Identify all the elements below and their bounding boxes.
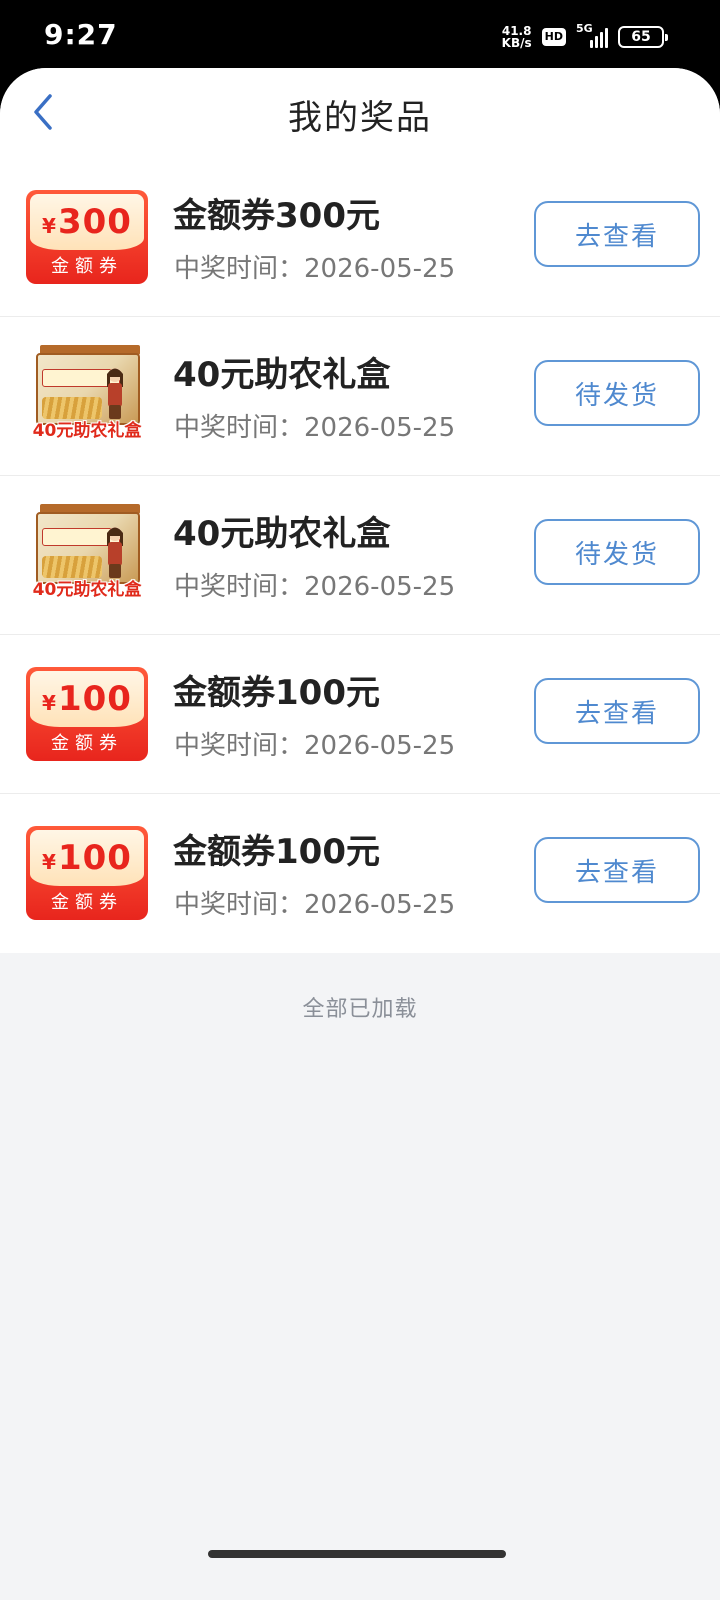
hd-icon: HD bbox=[541, 28, 566, 46]
prize-time: 中奖时间：2026-05-25 bbox=[174, 884, 455, 921]
currency-symbol: ¥ bbox=[42, 691, 56, 715]
prize-item: ¥ 300 金额券 金额券300元 中奖时间：2026-05-25 去查看 bbox=[0, 158, 720, 317]
prize-item: 40元助农礼盒 40元助农礼盒 中奖时间：2026-05-25 待发货 bbox=[0, 476, 720, 635]
pending-shipment-button[interactable]: 待发货 bbox=[534, 519, 700, 585]
signal-bar bbox=[605, 28, 608, 48]
signal-bar bbox=[600, 32, 603, 48]
battery-level: 65 bbox=[631, 29, 651, 45]
gift-box-image bbox=[36, 512, 140, 584]
farmer-girl-illustration bbox=[107, 368, 123, 419]
prize-item: ¥ 100 金额券 金额券100元 中奖时间：2026-05-25 去查看 bbox=[0, 794, 720, 953]
pending-shipment-button[interactable]: 待发货 bbox=[534, 360, 700, 426]
gift-box-thumbnail: 40元助农礼盒 bbox=[26, 504, 148, 602]
battery-icon: 65 bbox=[618, 26, 668, 48]
prize-title: 40元助农礼盒 bbox=[173, 514, 391, 554]
list-end-note: 全部已加载 bbox=[302, 997, 418, 1022]
prize-time-value: 2026-05-25 bbox=[304, 890, 456, 920]
farmer-girl-illustration bbox=[107, 527, 123, 578]
prize-time-label: 中奖时间： bbox=[174, 413, 305, 443]
prize-time-label: 中奖时间： bbox=[174, 890, 305, 920]
signal-bar bbox=[590, 40, 593, 48]
currency-symbol: ¥ bbox=[42, 214, 56, 238]
prize-time: 中奖时间：2026-05-25 bbox=[174, 725, 455, 762]
coupon-face: ¥ 100 bbox=[30, 830, 144, 886]
page-title: 我的奖品 bbox=[288, 98, 432, 138]
prize-time: 中奖时间：2026-05-25 bbox=[174, 248, 455, 285]
prize-time-value: 2026-05-25 bbox=[304, 413, 456, 443]
coupon-label: 金额券 bbox=[51, 733, 123, 754]
signal-bar bbox=[595, 36, 598, 48]
prize-title: 金额券100元 bbox=[173, 673, 380, 713]
prize-title: 金额券100元 bbox=[173, 832, 380, 872]
prize-title: 40元助农礼盒 bbox=[173, 355, 391, 395]
coupon-label: 金额券 bbox=[51, 892, 123, 913]
gift-box-thumbnail: 40元助农礼盒 bbox=[26, 345, 148, 443]
app-sheet: 我的奖品 ¥ 300 金额券 金额券300元 中奖时间：2026-05-25 去… bbox=[0, 68, 720, 1600]
view-button[interactable]: 去查看 bbox=[534, 678, 700, 744]
network-speed: 41.8 KB/s bbox=[502, 25, 532, 49]
prize-time: 中奖时间：2026-05-25 bbox=[174, 407, 455, 444]
coupon-amount: 300 bbox=[57, 202, 132, 242]
prize-time-value: 2026-05-25 bbox=[304, 731, 456, 761]
coupon-amount: 100 bbox=[57, 838, 132, 878]
prize-title: 金额券300元 bbox=[173, 196, 380, 236]
gift-box-caption: 40元助农礼盒 bbox=[32, 421, 142, 441]
coupon-label: 金额券 bbox=[51, 256, 123, 277]
coupon-face: ¥ 100 bbox=[30, 671, 144, 727]
status-time: 9:27 bbox=[44, 18, 118, 51]
coupon-thumbnail: ¥ 300 金额券 bbox=[26, 190, 148, 284]
prize-time-label: 中奖时间： bbox=[174, 731, 305, 761]
prize-item: 40元助农礼盒 40元助农礼盒 中奖时间：2026-05-25 待发货 bbox=[0, 317, 720, 476]
header: 我的奖品 bbox=[0, 68, 720, 158]
prize-time: 中奖时间：2026-05-25 bbox=[174, 566, 455, 603]
coupon-face: ¥ 300 bbox=[30, 194, 144, 250]
prize-time-label: 中奖时间： bbox=[174, 254, 305, 284]
home-indicator[interactable] bbox=[208, 1550, 506, 1558]
coupon-thumbnail: ¥ 100 金额券 bbox=[26, 667, 148, 761]
status-bar: 9:27 41.8 KB/s HD 5G 65 bbox=[0, 0, 720, 68]
gift-box-caption: 40元助农礼盒 bbox=[32, 580, 142, 600]
coupon-amount: 100 bbox=[57, 679, 132, 719]
coupon-thumbnail: ¥ 100 金额券 bbox=[26, 826, 148, 920]
network-type: 5G bbox=[576, 22, 593, 35]
gift-box-image bbox=[36, 353, 140, 425]
prize-item: ¥ 100 金额券 金额券100元 中奖时间：2026-05-25 去查看 bbox=[0, 635, 720, 794]
network-speed-unit: KB/s bbox=[501, 36, 532, 50]
signal-icon: 5G bbox=[576, 22, 608, 48]
currency-symbol: ¥ bbox=[42, 850, 56, 874]
prize-time-label: 中奖时间： bbox=[174, 572, 305, 602]
prize-time-value: 2026-05-25 bbox=[304, 254, 456, 284]
prize-list: ¥ 300 金额券 金额券300元 中奖时间：2026-05-25 去查看 40… bbox=[0, 158, 720, 953]
view-button[interactable]: 去查看 bbox=[534, 201, 700, 267]
status-icons: 41.8 KB/s HD 5G 65 bbox=[502, 22, 668, 52]
view-button[interactable]: 去查看 bbox=[534, 837, 700, 903]
prize-time-value: 2026-05-25 bbox=[304, 572, 456, 602]
